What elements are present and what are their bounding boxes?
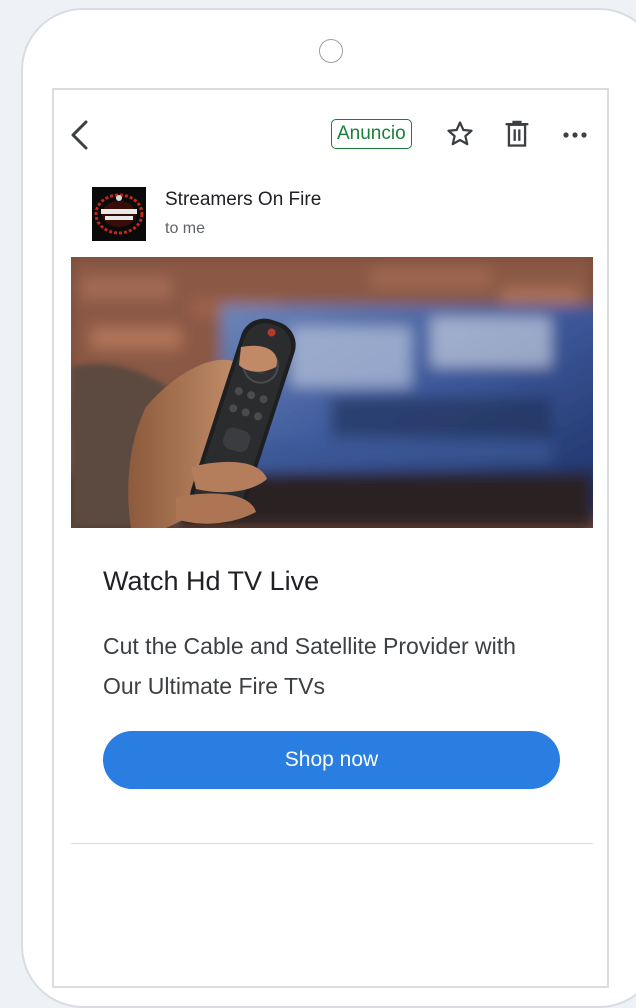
ad-badge: Anuncio — [331, 119, 412, 149]
back-button[interactable] — [66, 118, 94, 152]
star-button[interactable] — [445, 119, 475, 149]
recipient-label[interactable]: to me — [165, 220, 205, 238]
remote-tv-photo — [71, 257, 593, 528]
more-horizontal-icon — [563, 132, 587, 138]
sender-name[interactable]: Streamers On Fire — [165, 189, 321, 211]
divider — [71, 843, 593, 844]
chevron-left-icon — [71, 120, 88, 150]
sender-logo-icon — [92, 187, 146, 241]
trash-icon — [505, 120, 529, 147]
delete-button[interactable] — [503, 119, 531, 149]
sender-avatar[interactable] — [92, 187, 146, 241]
ad-headline: Watch Hd TV Live — [103, 566, 320, 596]
camera-icon — [319, 39, 343, 63]
top-bar: Anuncio — [54, 90, 607, 180]
shop-now-button[interactable]: Shop now — [103, 731, 560, 789]
hero-image[interactable] — [71, 257, 593, 528]
phone-frame: Anuncio Streamers On Fire to me Watch Hd… — [21, 8, 636, 1008]
star-outline-icon — [447, 121, 473, 146]
more-options-button[interactable] — [560, 120, 590, 150]
email-screen: Anuncio Streamers On Fire to me Watch Hd… — [52, 88, 609, 988]
ad-body-text: Cut the Cable and Satellite Provider wit… — [103, 633, 516, 699]
